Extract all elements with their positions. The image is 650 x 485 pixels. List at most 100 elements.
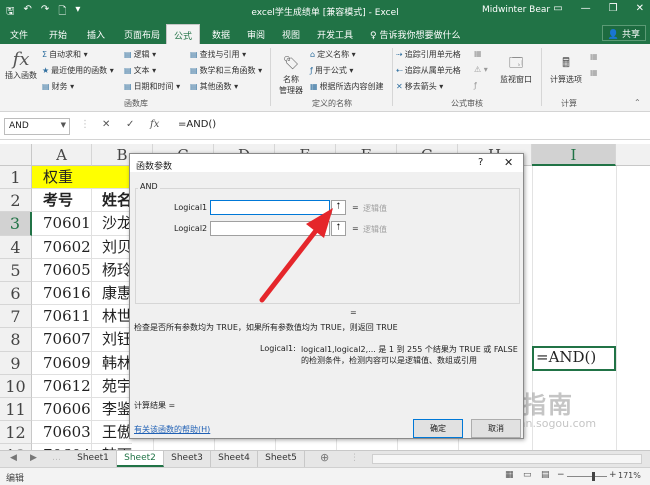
cell-b[interactable]: 刘钰 xyxy=(92,328,132,352)
row-header[interactable]: 3 xyxy=(0,212,32,236)
cell-a[interactable]: 70601 xyxy=(32,212,92,236)
sheet-tab[interactable]: Sheet3 xyxy=(164,451,211,467)
sheet-tab[interactable]: Sheet5 xyxy=(258,451,305,467)
row-header[interactable]: 2 xyxy=(0,189,32,213)
dialog-title[interactable]: 函数参数 xyxy=(130,154,523,172)
tab-formulas[interactable]: 公式 xyxy=(166,24,201,44)
normal-view-icon[interactable]: ▦ xyxy=(505,470,514,480)
tell-me-search[interactable]: ♀ 告诉我你想要做什么 xyxy=(370,28,460,41)
page-layout-icon[interactable]: ▭ xyxy=(523,470,532,480)
help-button[interactable]: ? xyxy=(478,157,483,168)
remove-arrows-button[interactable]: ✕ 移去箭头 ▾ xyxy=(396,81,443,92)
sheet-tab[interactable]: Sheet4 xyxy=(211,451,258,467)
recent-functions-button[interactable]: ★ 最近使用的函数 ▾ xyxy=(42,65,114,76)
cancel-button[interactable]: 取消 xyxy=(471,419,521,438)
tab-data[interactable]: 数据 xyxy=(212,28,230,41)
show-formulas-icon[interactable]: ▦ xyxy=(474,49,482,58)
name-manager-button[interactable]: 🏷 名称 管理器 xyxy=(274,54,308,96)
cell-b[interactable] xyxy=(92,166,132,190)
cell-b[interactable]: 韩林 xyxy=(92,352,132,375)
column-header-active[interactable]: I xyxy=(532,144,616,166)
collapse-dialog-icon[interactable]: ⭡ xyxy=(331,221,346,236)
ribbon-display-icon[interactable]: ▭ xyxy=(553,3,562,14)
tab-view[interactable]: 视图 xyxy=(282,28,300,41)
lookup-button[interactable]: ▤ 查找与引用 ▾ xyxy=(190,49,246,60)
math-button[interactable]: ▤ 数学和三角函数 ▾ xyxy=(190,65,262,76)
minimize-button[interactable]: — xyxy=(581,3,591,14)
financial-button[interactable]: ▤ 财务 ▾ xyxy=(42,81,74,92)
row-header[interactable]: 10 xyxy=(0,374,32,398)
cell-a[interactable]: 70607 xyxy=(32,328,92,352)
chevron-down-icon[interactable]: ▼ xyxy=(61,121,66,129)
help-link[interactable]: 有关该函数的帮助(H) xyxy=(134,424,210,435)
select-all-corner[interactable] xyxy=(0,144,32,166)
insert-function-button[interactable]: fx 插入函数 xyxy=(4,50,38,81)
tab-developer[interactable]: 开发工具 xyxy=(317,28,353,41)
row-header[interactable]: 1 xyxy=(0,166,32,190)
tab-insert[interactable]: 插入 xyxy=(87,28,105,41)
tab-home[interactable]: 开始 xyxy=(49,28,67,41)
zoom-slider[interactable] xyxy=(567,476,607,477)
zoom-slider-thumb[interactable] xyxy=(592,472,595,481)
cell-b[interactable]: 李鉴 xyxy=(92,398,132,422)
tab-review[interactable]: 审阅 xyxy=(247,28,265,41)
cell-a[interactable]: 考号 xyxy=(32,189,92,213)
row-header[interactable]: 5 xyxy=(0,258,32,282)
more-sheets-icon[interactable]: … xyxy=(52,453,61,463)
logical1-input[interactable] xyxy=(210,200,330,215)
name-box[interactable]: AND ▼ xyxy=(4,118,70,135)
tab-file[interactable]: 文件 xyxy=(10,28,28,41)
cell-a[interactable]: 70609 xyxy=(32,351,92,375)
tab-page-layout[interactable]: 页面布局 xyxy=(124,28,160,41)
drag-handle-icon[interactable]: ⋮ xyxy=(80,119,90,130)
row-header[interactable]: 6 xyxy=(0,282,32,306)
next-sheet-icon[interactable]: ▶ xyxy=(30,453,37,463)
create-from-selection-button[interactable]: ▦ 根据所选内容创建 xyxy=(310,81,384,92)
close-button[interactable]: ✕ xyxy=(636,3,644,14)
watch-window-button[interactable]: 🗔 监视窗口 xyxy=(497,54,535,85)
collapse-ribbon-icon[interactable]: ⌃ xyxy=(634,98,641,107)
zoom-level[interactable]: 171% xyxy=(618,471,641,480)
row-header[interactable]: 4 xyxy=(0,235,32,259)
cell-a[interactable]: 70616 xyxy=(32,282,92,306)
text-button[interactable]: ▤ 文本 ▾ xyxy=(124,65,156,76)
horizontal-scrollbar[interactable] xyxy=(372,454,642,464)
evaluate-formula-icon[interactable]: ƒ xyxy=(474,81,477,90)
cell-b[interactable]: 刘贝 xyxy=(92,236,132,259)
cell-b[interactable]: 林世 xyxy=(92,305,132,329)
column-header[interactable]: A xyxy=(32,144,92,166)
zoom-out-icon[interactable]: − xyxy=(557,470,565,480)
restore-button[interactable]: ❐ xyxy=(609,3,618,14)
ok-button[interactable]: 确定 xyxy=(413,419,463,438)
calculate-sheet-icon[interactable]: ▦ xyxy=(590,68,598,77)
other-functions-button[interactable]: ▤ 其他函数 ▾ xyxy=(190,81,238,92)
user-name[interactable]: Midwinter Bear xyxy=(482,5,550,15)
cell-a[interactable]: 70611 xyxy=(32,305,92,329)
trace-precedents-button[interactable]: ⇢ 追踪引用单元格 xyxy=(396,49,461,60)
formula-input[interactable]: =AND() xyxy=(178,119,216,130)
page-break-icon[interactable]: ▤ xyxy=(541,470,550,480)
datetime-button[interactable]: ▤ 日期和时间 ▾ xyxy=(124,81,180,92)
trace-dependents-button[interactable]: ⇠ 追踪从属单元格 xyxy=(396,65,461,76)
more-sheets-icon[interactable]: ⋮ xyxy=(350,453,359,463)
calculation-options-button[interactable]: 🖩 计算选项 xyxy=(546,54,586,85)
row-header[interactable]: 7 xyxy=(0,305,32,329)
dialog-close-button[interactable]: ✕ xyxy=(504,156,513,169)
row-header[interactable]: 8 xyxy=(0,328,32,352)
cell-a[interactable]: 70603 xyxy=(32,421,92,445)
autosum-button[interactable]: Σ 自动求和 ▾ xyxy=(42,49,88,60)
cell-b[interactable]: 康惠 xyxy=(92,282,132,306)
share-button[interactable]: 👤 共享 xyxy=(601,25,646,41)
define-name-button[interactable]: ⌂ 定义名称 ▾ xyxy=(310,49,356,60)
column-header-blank[interactable] xyxy=(616,144,650,166)
cell-b[interactable]: 沙龙 xyxy=(92,212,132,236)
cell-a[interactable]: 70612 xyxy=(32,374,92,398)
sheet-tab-active[interactable]: Sheet2 xyxy=(117,451,164,467)
enter-icon[interactable]: ✓ xyxy=(126,119,134,130)
cell-a[interactable]: 70606 xyxy=(32,398,92,422)
cell-a[interactable]: 70605 xyxy=(32,258,92,282)
use-in-formula-button[interactable]: ƒ 用于公式 ▾ xyxy=(310,65,353,76)
cell-b[interactable]: 姓名 xyxy=(92,189,132,213)
cell-a[interactable]: 70602 xyxy=(32,235,92,259)
logical-button[interactable]: ▤ 逻辑 ▾ xyxy=(124,49,156,60)
